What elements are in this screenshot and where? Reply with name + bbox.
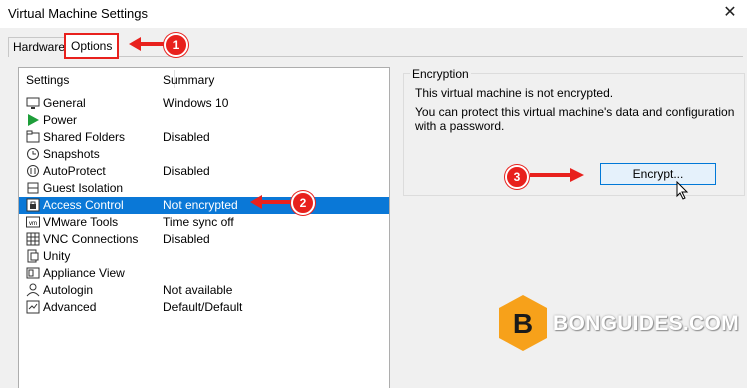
snapshot-icon: [27, 148, 39, 160]
settings-row-vmware-tools[interactable]: vm VMware Tools Time sync off: [19, 214, 389, 231]
settings-row-label: Guest Isolation: [43, 181, 124, 195]
autoprotect-icon: [27, 165, 39, 177]
isolation-icon: [27, 182, 39, 194]
bonguides-logo-icon: B: [499, 295, 547, 351]
arrow-1-icon: [129, 37, 165, 51]
arrow-3-icon: [530, 168, 584, 182]
close-icon[interactable]: ✕: [719, 2, 741, 24]
logo-letter: B: [513, 308, 533, 339]
tab-options[interactable]: Options: [64, 33, 120, 59]
settings-row-unity[interactable]: Unity: [19, 248, 389, 265]
settings-row-access-control[interactable]: Access Control Not encrypted: [19, 197, 389, 214]
step-2-badge: 2: [291, 191, 315, 215]
summary-column-header[interactable]: Summary: [163, 73, 214, 87]
unity-icon: [27, 249, 39, 263]
settings-row-snapshots[interactable]: Snapshots: [19, 146, 389, 163]
settings-row-label: Access Control: [43, 198, 124, 212]
svg-text:vm: vm: [29, 221, 37, 227]
settings-row-summary: Not encrypted: [163, 198, 238, 212]
user-icon: [26, 283, 40, 297]
settings-row-label: Shared Folders: [43, 130, 126, 144]
settings-row-label: Advanced: [43, 300, 97, 314]
settings-row-label: Snapshots: [43, 147, 100, 161]
arrow-2-icon: [250, 195, 292, 209]
encryption-description-line2: with a password.: [415, 119, 505, 133]
brand-name: BONGUIDES.COM: [553, 312, 739, 335]
vm-icon: vm: [26, 216, 40, 228]
encryption-group-title: Encryption: [410, 67, 471, 81]
settings-row-label: AutoProtect: [43, 164, 106, 178]
settings-row-label: Power: [43, 113, 78, 127]
mouse-cursor-icon: [676, 181, 689, 200]
settings-row-autologin[interactable]: Autologin Not available: [19, 282, 389, 299]
settings-row-summary: Disabled: [163, 232, 210, 246]
settings-row-general[interactable]: General Windows 10: [19, 95, 389, 112]
settings-row-summary: Disabled: [163, 164, 210, 178]
settings-row-summary: Disabled: [163, 130, 210, 144]
settings-row-label: Appliance View: [43, 266, 125, 280]
settings-row-appliance-view[interactable]: Appliance View: [19, 265, 389, 282]
settings-row-guest-isolation[interactable]: Guest Isolation: [19, 180, 389, 197]
settings-row-label: Unity: [43, 249, 71, 263]
settings-row-advanced[interactable]: Advanced Default/Default: [19, 299, 389, 316]
settings-row-shared-folders[interactable]: Shared Folders Disabled: [19, 129, 389, 146]
step-3-badge: 3: [505, 165, 529, 189]
network-icon: [26, 232, 40, 246]
settings-row-vnc-connections[interactable]: VNC Connections Disabled: [19, 231, 389, 248]
appliance-icon: [26, 267, 40, 279]
settings-row-autoprotect[interactable]: AutoProtect Disabled: [19, 163, 389, 180]
step-1-badge: 1: [164, 33, 188, 57]
settings-row-label: VNC Connections: [43, 232, 139, 246]
folder-share-icon: [26, 130, 40, 143]
list-header: Settings Summary: [19, 68, 389, 90]
monitor-icon: [26, 97, 40, 109]
settings-row-label: Autologin: [43, 283, 94, 297]
settings-row-summary: Time sync off: [163, 215, 234, 229]
settings-list[interactable]: Settings Summary General Windows 10 Power S…: [18, 67, 390, 388]
settings-row-power[interactable]: Power: [19, 112, 389, 129]
settings-row-summary: Default/Default: [163, 300, 243, 314]
settings-row-summary: Not available: [163, 283, 233, 297]
settings-row-summary: Windows 10: [163, 96, 229, 110]
settings-row-label: VMware Tools: [43, 215, 119, 229]
encryption-status: This virtual machine is not encrypted.: [415, 86, 614, 100]
lock-icon: [26, 198, 40, 212]
window-title: Virtual Machine Settings: [8, 6, 148, 21]
settings-column-header[interactable]: Settings: [26, 73, 69, 87]
settings-row-label: General: [43, 96, 86, 110]
tab-hardware[interactable]: Hardware: [8, 37, 71, 57]
encryption-description-line1: You can protect this virtual machine's d…: [415, 105, 735, 119]
play-icon: [28, 114, 39, 126]
advanced-icon: [26, 300, 40, 314]
encrypt-button[interactable]: Encrypt...: [600, 163, 716, 185]
